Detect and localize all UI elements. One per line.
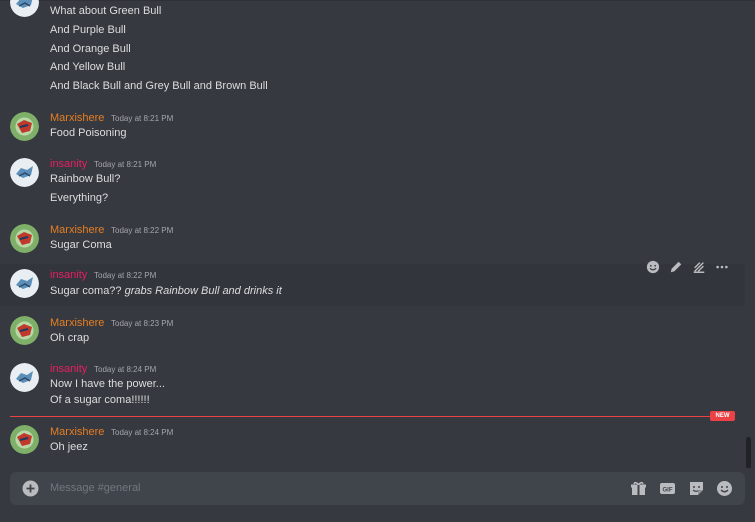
message-text: And Orange Bull [50,43,131,55]
message-timestamp: Today at 8:22 PM [94,271,157,280]
gif-icon[interactable]: GIF [659,480,676,497]
message-text: And Black Bull and Grey Bull and Brown B… [50,80,268,92]
marxishere-avatar[interactable] [10,224,39,253]
message-text: What about Green Bull [50,5,162,17]
message-timestamp: Today at 8:21 PM [94,160,157,169]
message-author[interactable]: insanity [50,157,87,171]
message[interactable]: Marxishere Today at 8:24 PM Oh jeez [0,423,745,463]
message-text-italic: grabs Rainbow Bull and drinks it [124,285,282,297]
emoji-icon[interactable] [716,480,733,497]
message-author[interactable]: Marxishere [50,425,104,439]
chat-messages[interactable]: What about Green Bull And Purple Bull An… [0,0,755,468]
message-text: Everything? [50,192,109,204]
insanity-avatar[interactable] [10,0,39,17]
insanity-avatar[interactable] [10,269,39,298]
gift-icon[interactable] [630,480,647,497]
message-author[interactable]: insanity [50,268,87,282]
message-text: Rainbow Bull? [50,173,121,185]
message[interactable]: Marxishere Today at 8:23 PM Oh crap [0,314,745,354]
message-timestamp: Today at 8:24 PM [111,428,174,437]
new-messages-divider [10,416,734,417]
message-timestamp: Today at 8:21 PM [111,114,174,123]
message-group[interactable]: What about Green Bull And Purple Bull An… [0,0,745,96]
message-text: And Yellow Bull [50,61,126,73]
message-hovered[interactable]: insanity Today at 8:22 PM Sugar coma?? g… [0,264,745,306]
message-text: Of a sugar coma!!!!!! [50,394,150,406]
thread-icon[interactable] [691,259,707,275]
gif-label: GIF [663,487,673,493]
message-text: Oh jeez [50,441,88,453]
scrollbar-thumb[interactable] [746,437,751,468]
marxishere-avatar[interactable] [10,316,39,345]
message-author[interactable]: Marxishere [50,223,104,237]
message-composer[interactable]: Message #general GIF [10,472,745,505]
message-text: Oh crap [50,332,90,344]
message-actions-toolbar [640,257,740,277]
message-timestamp: Today at 8:24 PM [94,365,157,374]
message-author[interactable]: Marxishere [50,316,104,330]
add-attachment-icon[interactable] [22,480,39,497]
add-reaction-icon[interactable] [645,259,661,275]
message[interactable]: insanity Today at 8:24 PM Now I have the… [0,360,745,410]
message-text: Sugar Coma [50,239,112,251]
message-input[interactable]: Message #general [50,481,141,496]
message-timestamp: Today at 8:22 PM [111,226,174,235]
message-author[interactable]: Marxishere [50,111,104,125]
insanity-avatar[interactable] [10,363,39,392]
message-text: And Purple Bull [50,24,126,36]
message-author[interactable]: insanity [50,362,87,376]
message-timestamp: Today at 8:23 PM [111,319,174,328]
insanity-avatar[interactable] [10,158,39,187]
message-text: Now I have the power... [50,378,165,390]
sticker-icon[interactable] [688,480,705,497]
edit-icon[interactable] [668,259,684,275]
more-icon[interactable] [714,259,730,275]
marxishere-avatar[interactable] [10,425,39,454]
message-text: Sugar coma?? grabs Rainbow Bull and drin… [50,284,282,299]
message[interactable]: Marxishere Today at 8:22 PM Sugar Coma [0,220,745,260]
message-text: Food Poisoning [50,127,127,139]
message[interactable]: insanity Today at 8:21 PM Rainbow Bull? … [0,154,745,212]
marxishere-avatar[interactable] [10,112,39,141]
message-text-plain: Sugar coma?? [50,285,122,297]
new-messages-badge: NEW [710,411,735,421]
message[interactable]: Marxishere Today at 8:21 PM Food Poisoni… [0,108,745,148]
